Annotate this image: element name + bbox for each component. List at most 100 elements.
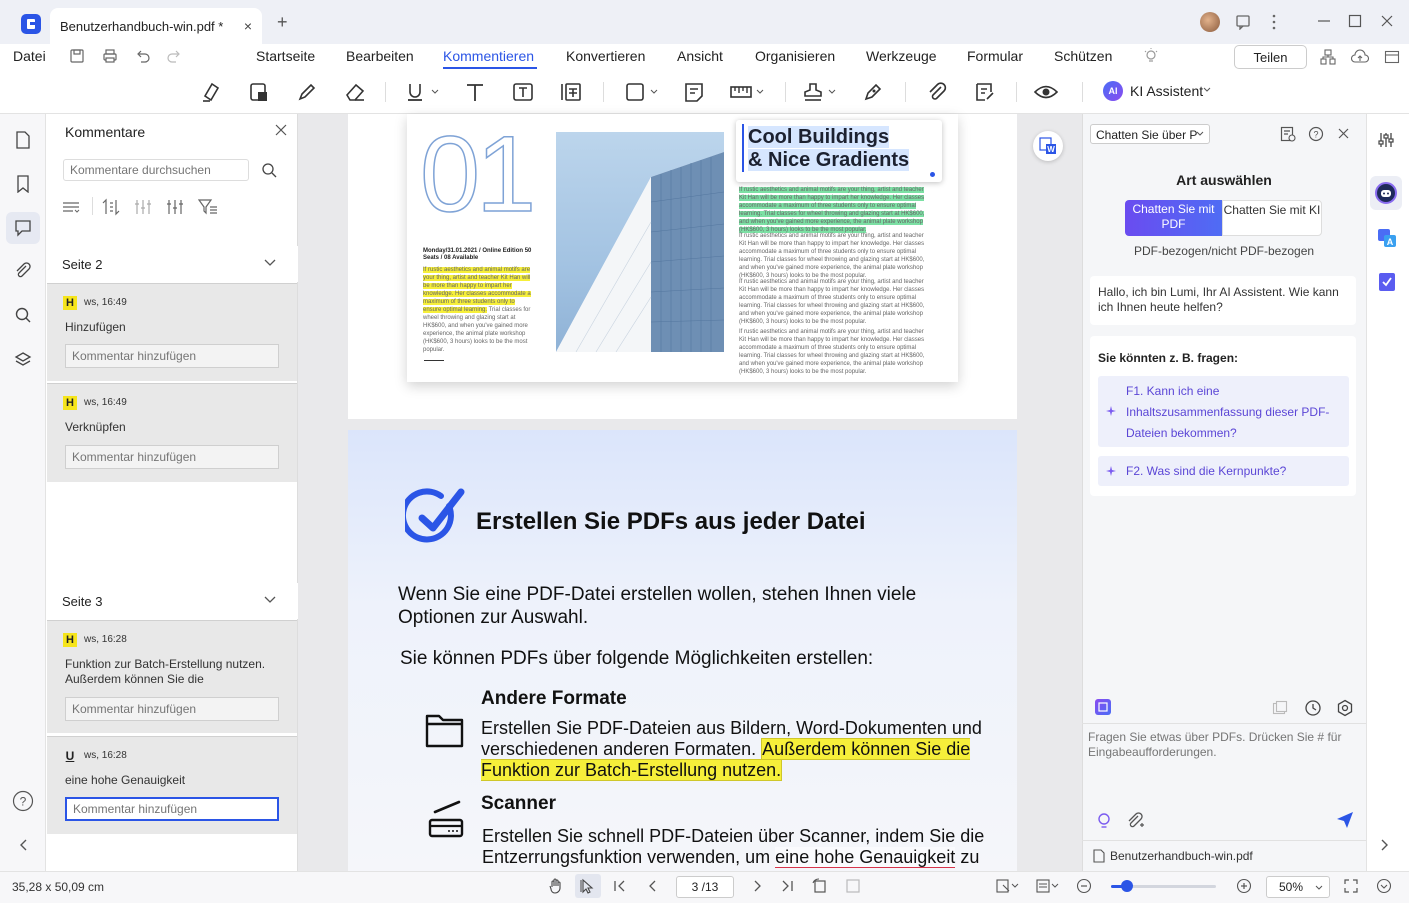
menu-formular[interactable]: Formular	[967, 48, 1023, 64]
add-chat-icon[interactable]	[1272, 700, 1288, 716]
ai-robot-icon[interactable]	[1375, 182, 1397, 204]
layers-icon[interactable]	[11, 348, 35, 372]
menu-ansicht[interactable]: Ansicht	[677, 48, 723, 64]
last-page-icon[interactable]	[780, 879, 794, 893]
close-ai-panel-icon[interactable]	[1338, 128, 1349, 139]
close-comments-icon[interactable]	[275, 124, 287, 136]
checklist-icon[interactable]	[1377, 272, 1397, 292]
prompt-library-icon[interactable]	[1095, 699, 1111, 715]
window-close-icon[interactable]	[1380, 14, 1394, 28]
chat-with-pdf-option[interactable]: Chatten Sie mit PDF	[1125, 200, 1222, 236]
headline-line-2[interactable]: & Nice Gradients	[748, 149, 910, 172]
measure-tool-icon[interactable]	[727, 78, 767, 106]
page-thumbnail-icon[interactable]	[11, 128, 35, 152]
chat-with-ai-option[interactable]: Chatten Sie mit KI	[1222, 200, 1322, 236]
save-icon[interactable]	[69, 48, 85, 64]
chevron-down-icon[interactable]	[1315, 885, 1323, 891]
underlined-annotation[interactable]: eine hohe Genauigkeit	[775, 847, 956, 868]
chevron-down-icon[interactable]	[264, 259, 276, 267]
selection-mode-icon[interactable]	[995, 878, 1019, 894]
sort-icon[interactable]	[102, 198, 120, 216]
lightbulb-icon[interactable]	[1143, 48, 1159, 64]
comment-card[interactable]: H ws, 16:28 Funktion zur Batch-Erstellun…	[47, 620, 297, 733]
print-icon[interactable]	[102, 48, 118, 64]
expand-all-icon[interactable]	[62, 199, 80, 215]
menu-startseite[interactable]: Startseite	[256, 48, 315, 64]
convert-to-word-icon[interactable]: W	[1033, 131, 1063, 161]
comment-reply-input[interactable]	[65, 697, 279, 721]
ai-chat-input[interactable]	[1088, 730, 1356, 800]
menu-bearbeiten[interactable]: Bearbeiten	[346, 48, 414, 64]
comment-card[interactable]: H ws, 16:49 Verknüpfen	[47, 383, 297, 482]
section-seite-2[interactable]: Seite 2	[46, 246, 298, 282]
sticky-note-icon[interactable]	[679, 78, 709, 106]
chevron-down-icon[interactable]	[264, 596, 276, 604]
stamp-tool-icon[interactable]	[800, 78, 840, 106]
fullscreen-icon[interactable]	[1344, 879, 1358, 893]
zoom-slider-thumb[interactable]	[1121, 880, 1133, 892]
page-display-icon[interactable]	[1035, 878, 1059, 894]
expand-right-icon[interactable]	[1380, 838, 1390, 852]
share-button[interactable]: Teilen	[1234, 45, 1307, 69]
ai-badge-icon[interactable]: AI	[1103, 81, 1123, 101]
page-number-input[interactable]: 3 /13	[676, 876, 734, 898]
maximize-icon[interactable]	[1348, 14, 1362, 28]
translate-icon[interactable]: A	[1377, 228, 1397, 248]
column-filter-icon[interactable]	[166, 198, 184, 216]
properties-icon[interactable]	[1377, 131, 1395, 149]
menu-kommentieren[interactable]: Kommentieren	[443, 48, 534, 64]
eraser-tool-icon[interactable]	[340, 78, 370, 106]
selection-handle[interactable]	[930, 172, 935, 177]
attachment-panel-icon[interactable]	[11, 259, 35, 283]
green-highlighted-text[interactable]: If rustic aesthetics and animal motifs a…	[739, 187, 925, 233]
help-icon[interactable]: ?	[11, 789, 35, 813]
shape-tool-icon[interactable]	[622, 78, 662, 106]
signature-tool-icon[interactable]	[858, 78, 888, 106]
ai-help-icon[interactable]: ?	[1308, 126, 1324, 142]
bookmark-icon[interactable]	[11, 172, 35, 196]
more-menu-icon[interactable]	[1268, 13, 1280, 31]
filter-icon[interactable]	[198, 198, 218, 216]
next-page-icon[interactable]	[750, 879, 764, 893]
tab-close-button[interactable]: ×	[244, 18, 252, 34]
underline-tool-icon[interactable]	[403, 78, 443, 106]
new-tab-button[interactable]: +	[277, 12, 288, 33]
redo-icon[interactable]	[166, 48, 182, 64]
comment-reply-input[interactable]	[65, 445, 279, 469]
comment-reply-input-focused[interactable]	[65, 797, 279, 821]
feedback-icon[interactable]	[1235, 14, 1251, 30]
search-icon[interactable]	[261, 162, 277, 178]
textbox-tool-icon[interactable]	[508, 78, 538, 106]
collapse-left-icon[interactable]	[11, 833, 35, 857]
menu-werkzeuge[interactable]: Werkzeuge	[866, 48, 937, 64]
workflow-icon[interactable]	[1320, 49, 1336, 65]
prev-page-icon[interactable]	[646, 879, 660, 893]
attach-file-icon[interactable]	[1126, 812, 1144, 830]
fit-page-icon[interactable]	[845, 878, 861, 894]
hand-tool-icon[interactable]	[548, 878, 564, 894]
zoom-in-icon[interactable]	[1236, 878, 1252, 894]
suggestion-q2[interactable]: F2. Was sind die Kernpunkte?	[1098, 456, 1349, 486]
minimize-icon[interactable]	[1317, 14, 1331, 28]
menu-konvertieren[interactable]: Konvertieren	[566, 48, 645, 64]
attachment-icon[interactable]	[922, 78, 952, 106]
comment-card[interactable]: H ws, 16:49 Hinzufügen	[47, 283, 297, 381]
suggestion-q1[interactable]: F1. Kann ich eine Inhaltszusammenfassung…	[1098, 376, 1349, 447]
section-seite-3[interactable]: Seite 3	[46, 583, 298, 619]
column-view-icon[interactable]	[134, 198, 152, 216]
menu-file[interactable]: Datei	[13, 48, 46, 64]
user-avatar[interactable]	[1200, 12, 1220, 32]
cloud-upload-icon[interactable]	[1351, 49, 1369, 65]
show-hide-comments-icon[interactable]	[1031, 78, 1061, 106]
search-panel-icon[interactable]	[11, 303, 35, 327]
chat-history-icon[interactable]	[1280, 126, 1296, 142]
history-icon[interactable]	[1304, 699, 1322, 717]
text-tool-icon[interactable]	[460, 78, 490, 106]
headline-line-1[interactable]: Cool Buildings	[748, 126, 890, 149]
menu-organisieren[interactable]: Organisieren	[755, 48, 835, 64]
lightbulb-prompt-icon[interactable]	[1096, 812, 1112, 830]
area-highlight-icon[interactable]	[244, 78, 274, 106]
panel-toggle-icon[interactable]	[1384, 49, 1400, 65]
send-icon[interactable]	[1336, 811, 1354, 829]
menu-schuetzen[interactable]: Schützen	[1054, 48, 1112, 64]
